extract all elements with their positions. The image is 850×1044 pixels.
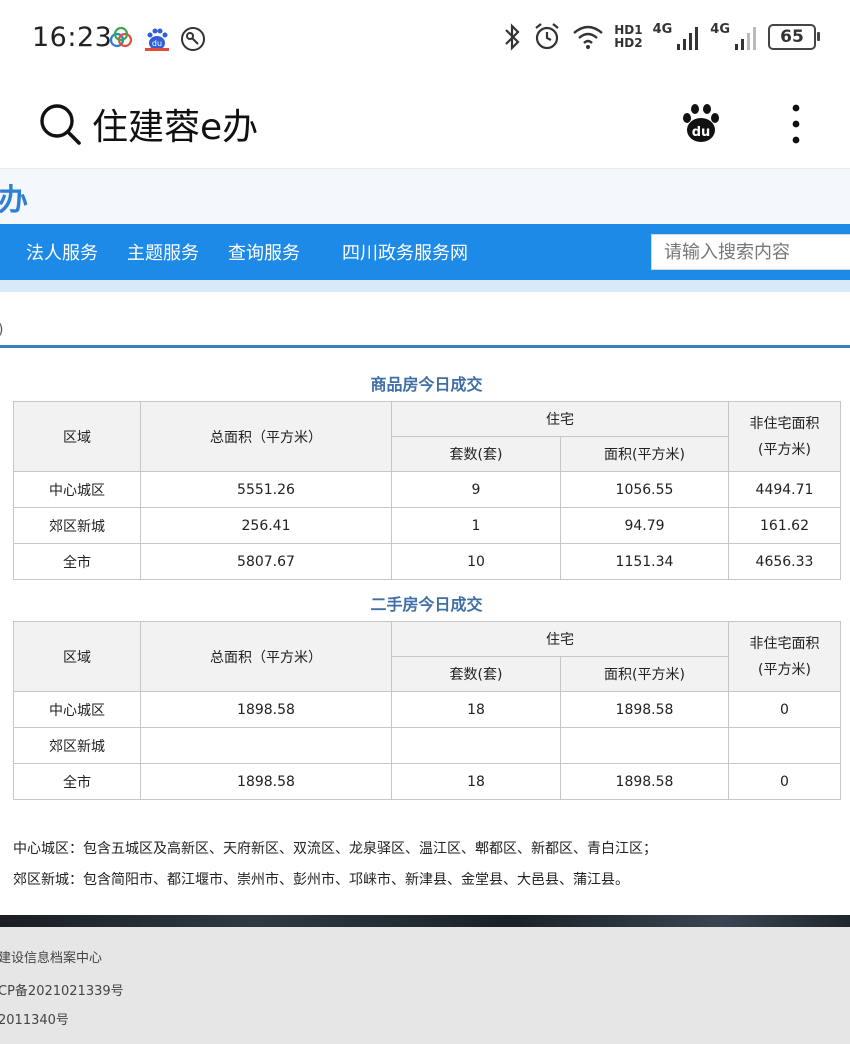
breadcrumb-fragment: ) (0, 322, 3, 338)
new-homes-title: 商品房今日成交 (370, 375, 483, 394)
cell-region: 中心城区 (13, 691, 141, 728)
header-non-res-line1: 非住宅面积 (749, 635, 820, 652)
header-non-res-line1: 非住宅面积 (749, 415, 820, 432)
bluetooth-icon (505, 23, 520, 51)
header-total-area: 总面积（平方米） (140, 401, 392, 472)
cell-units: 18 (391, 691, 561, 728)
cell-non-res: 0 (728, 691, 841, 728)
network-label-1: 4G (652, 21, 673, 37)
header-region: 区域 (13, 621, 141, 692)
header-units: 套数(套) (391, 436, 561, 472)
cell-non-res: 0 (728, 763, 841, 800)
nav-item-sichuan-gov-portal[interactable]: 四川政务服务网 (342, 239, 468, 265)
svg-text:du: du (692, 125, 711, 140)
hd-indicator: HD1 HD2 (614, 24, 642, 50)
baidu-icon[interactable]: du (678, 100, 724, 146)
network-label-2: 4G (710, 21, 730, 37)
more-icon[interactable] (786, 102, 806, 146)
cell-non-res: 161.62 (728, 507, 841, 544)
cell-area: 1898.58 (560, 691, 729, 728)
cell-units: 10 (391, 543, 561, 580)
site-footer: 建设信息档案中心 CP备2021021339号 2011340号 (0, 927, 850, 1044)
cell-region: 全市 (13, 543, 141, 580)
table-row: 中心城区 5551.26 9 1056.55 4494.71 (13, 471, 841, 508)
footer-org-name: 建设信息档案中心 (0, 951, 103, 966)
status-right: HD1 HD2 4G 4G 65 (502, 21, 820, 52)
nav-underline-strip (0, 280, 850, 292)
cell-total: 256.41 (140, 507, 392, 544)
status-app-icons: du (108, 26, 206, 52)
cell-total: 1898.58 (140, 763, 392, 800)
cell-units (391, 727, 561, 764)
new-homes-table: 区域 总面积（平方米） 住宅 非住宅面积 (平方米) 套数(套) 面积(平方米)… (13, 401, 841, 580)
section-divider (0, 345, 850, 348)
header-units: 套数(套) (391, 656, 561, 692)
cell-region: 郊区新城 (13, 507, 141, 544)
browser-search-query[interactable]: 住建蓉e办 (92, 98, 258, 150)
cell-non-res: 4656.33 (728, 543, 841, 580)
cell-area: 1898.58 (560, 763, 729, 800)
svg-text:du: du (152, 39, 162, 48)
header-residential: 住宅 (391, 401, 729, 437)
alarm-icon (535, 23, 559, 50)
cell-non-res: 4494.71 (728, 471, 841, 508)
footer-banner-strip (0, 915, 850, 927)
cell-area: 94.79 (560, 507, 729, 544)
table-row: 郊区新城 (13, 727, 841, 764)
site-search-input[interactable] (651, 234, 850, 270)
header-non-res-line2: (平方米) (758, 661, 811, 678)
search-icon[interactable] (38, 102, 82, 146)
cell-region: 全市 (13, 763, 141, 800)
nav-item-query-services[interactable]: 查询服务 (228, 239, 300, 265)
footer-icp-record[interactable]: CP备2021021339号 (0, 980, 124, 999)
cell-units: 1 (391, 507, 561, 544)
table-row: 郊区新城 256.41 1 94.79 161.62 (13, 507, 841, 544)
hd2-label: HD2 (614, 36, 643, 50)
header-area: 面积(平方米) (560, 656, 729, 692)
cloud-app-icon (109, 26, 133, 48)
baidu-status-icon: du (145, 28, 169, 51)
site-header: 办 (0, 168, 850, 225)
cell-area: 1056.55 (560, 471, 729, 508)
cell-units: 18 (391, 763, 561, 800)
header-non-res-line2: (平方米) (758, 441, 811, 458)
header-region: 区域 (13, 401, 141, 472)
note-suburban-districts: 郊区新城：包含简阳市、都江堰市、崇州市、彭州市、邛崃市、新津县、金堂县、大邑县、… (13, 872, 629, 888)
resale-title: 二手房今日成交 (370, 595, 483, 614)
nav-item-topic-services[interactable]: 主题服务 (127, 239, 199, 265)
cell-region: 郊区新城 (13, 727, 141, 764)
wifi-icon (573, 25, 603, 49)
cell-total: 5551.26 (140, 471, 392, 508)
header-non-residential: 非住宅面积 (平方米) (728, 401, 841, 472)
cell-units: 9 (391, 471, 561, 508)
cell-area: 1151.34 (560, 543, 729, 580)
status-bar: 16:23 du HD1 HD2 4G 4G 65 (0, 0, 850, 80)
site-logo-text[interactable]: 办 (0, 175, 28, 219)
browser-bar: 住建蓉e办 du (0, 80, 850, 168)
header-total-area: 总面积（平方米） (140, 621, 392, 692)
signal-icon-1 (677, 27, 699, 50)
cell-total: 1898.58 (140, 691, 392, 728)
main-nav: 法人服务 主题服务 查询服务 四川政务服务网 (0, 224, 850, 280)
table-row: 全市 1898.58 18 1898.58 0 (13, 763, 841, 800)
cell-non-res (728, 727, 841, 764)
cell-total (140, 727, 392, 764)
signal-icon-2 (735, 27, 756, 50)
table-row: 全市 5807.67 10 1151.34 4656.33 (13, 543, 841, 580)
nav-item-legal-services[interactable]: 法人服务 (26, 239, 98, 265)
header-residential: 住宅 (391, 621, 729, 657)
header-non-residential: 非住宅面积 (平方米) (728, 621, 841, 692)
vpn-key-icon (181, 27, 205, 51)
battery-indicator: 65 (768, 24, 820, 50)
resale-table: 区域 总面积（平方米） 住宅 非住宅面积 (平方米) 套数(套) 面积(平方米)… (13, 621, 841, 800)
status-time: 16:23 (32, 22, 113, 53)
header-area: 面积(平方米) (560, 436, 729, 472)
table-row: 中心城区 1898.58 18 1898.58 0 (13, 691, 841, 728)
cell-total: 5807.67 (140, 543, 392, 580)
cell-area (560, 727, 729, 764)
footer-police-record[interactable]: 2011340号 (0, 1009, 69, 1028)
note-central-districts: 中心城区：包含五城区及高新区、天府新区、双流区、龙泉驿区、温江区、郫都区、新都区… (13, 841, 657, 857)
cell-region: 中心城区 (13, 471, 141, 508)
